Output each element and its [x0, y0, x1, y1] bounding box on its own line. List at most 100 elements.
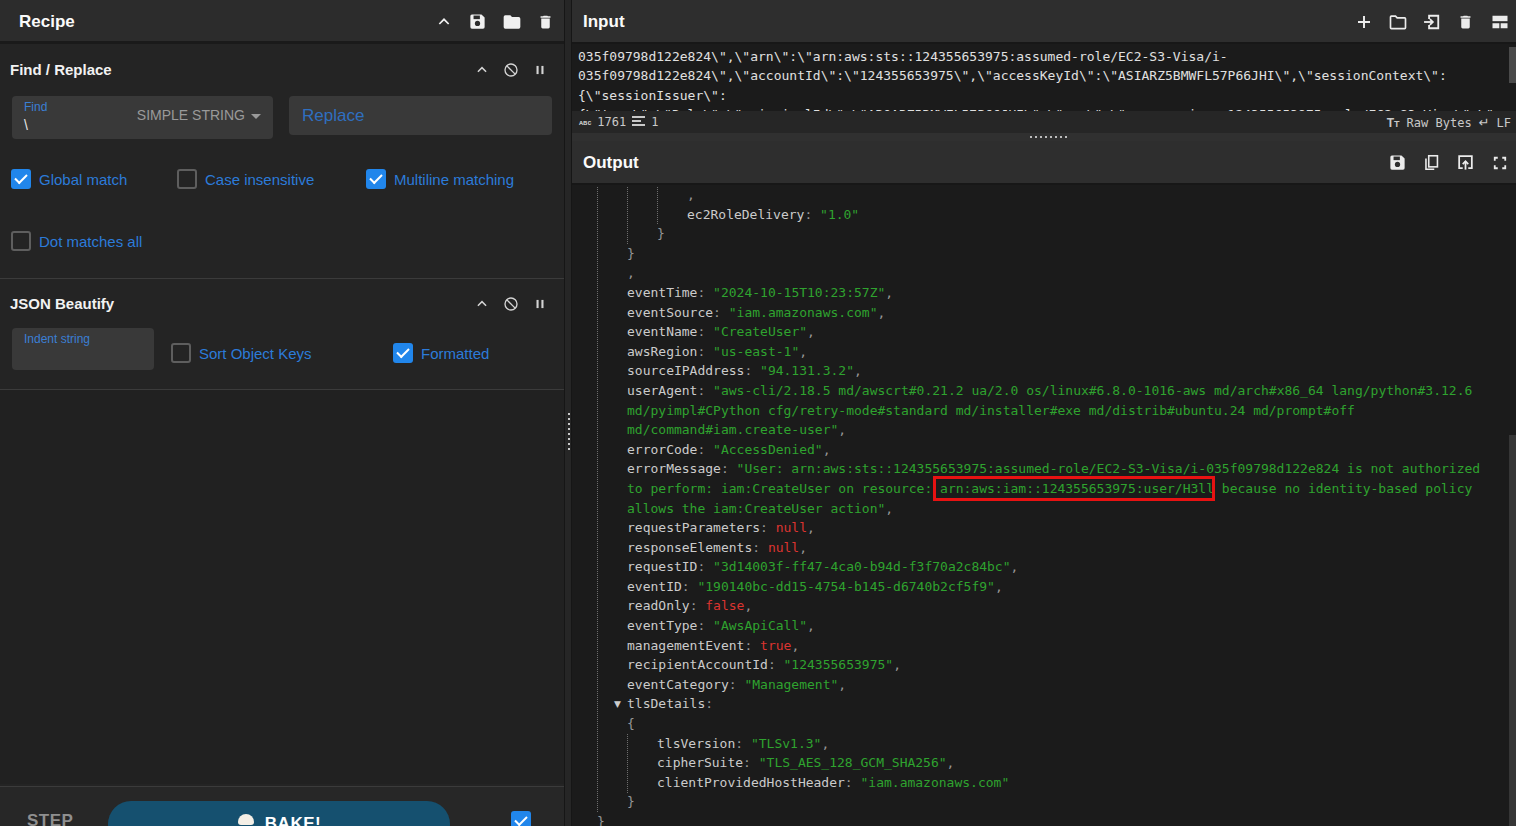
output-header: Output — [572, 141, 1516, 185]
panel-divider-vertical[interactable] — [564, 0, 572, 826]
operation-title: Find / Replace — [10, 61, 112, 78]
maximise-output-icon[interactable] — [1489, 152, 1510, 173]
op-collapse-icon[interactable] — [473, 295, 490, 312]
input-encoding[interactable]: Raw Bytes — [1407, 116, 1472, 130]
auto-bake-checkbox[interactable] — [511, 811, 531, 826]
output-line: eventID: "190140bc-dd15-4754-b145-d6740b… — [627, 577, 1480, 597]
input-textarea[interactable]: 035f09798d122e824\",\"arn\":\"arn:aws:st… — [572, 44, 1516, 111]
character-count-icon: ᴀʙᴄ — [579, 119, 591, 126]
output-line: eventTime: "2024-10-15T10:23:57Z", — [627, 283, 1480, 303]
checkbox-case-insensitive[interactable]: Case insensitive — [177, 169, 314, 189]
checkbox-multiline-matching[interactable]: Multiline matching — [366, 169, 514, 189]
dropdown-caret-icon — [251, 114, 261, 119]
checkbox-label: Case insensitive — [205, 171, 314, 188]
output-area[interactable]: ,ec2RoleDelivery: "1.0"}},eventTime: "20… — [572, 185, 1516, 826]
cyberchef-app: { "recipe": { "title": "Recipe", "header… — [0, 0, 1516, 826]
replace-placeholder: Replace — [302, 106, 364, 126]
recipe-panel: Recipe Find / Replace Find \ SIMPLE STRI… — [0, 0, 564, 826]
checkbox-global-match[interactable]: Global match — [11, 169, 127, 189]
checkbox-label: Global match — [39, 171, 127, 188]
divider-grip-icon — [568, 413, 570, 453]
replace-field[interactable]: Replace — [289, 96, 552, 135]
load-recipe-folder-icon[interactable] — [501, 11, 522, 32]
find-label: Find — [24, 100, 47, 114]
clear-input-trash-icon[interactable] — [1455, 11, 1476, 32]
output-line: } — [627, 244, 1480, 264]
text-encoding-icon[interactable]: TT — [1387, 116, 1400, 130]
output-scrollbar[interactable] — [1509, 435, 1516, 826]
op-pause-icon[interactable] — [531, 295, 548, 312]
input-length: 1761 — [597, 115, 626, 129]
checkbox-icon[interactable] — [11, 169, 31, 189]
output-line: } — [627, 792, 1480, 812]
indent-string-field[interactable]: Indent string — [12, 328, 154, 370]
output-line: readOnly: false, — [627, 596, 1480, 616]
operation-separator — [0, 278, 564, 279]
input-eol[interactable]: LF — [1497, 116, 1511, 130]
find-field[interactable]: Find \ SIMPLE STRING — [12, 96, 273, 139]
open-folder-icon[interactable] — [1387, 11, 1408, 32]
add-input-icon[interactable] — [1353, 11, 1374, 32]
open-input-icon[interactable] — [1421, 11, 1442, 32]
input-tabs-layout-icon[interactable] — [1489, 11, 1510, 32]
indent-string-label: Indent string — [24, 332, 90, 346]
output-line: requestID: "3d14003f-ff47-4ca0-b94d-f3f7… — [627, 557, 1480, 577]
op-disable-icon[interactable] — [502, 295, 519, 312]
checkbox-label: Formatted — [421, 345, 489, 362]
line-ending-icon[interactable]: ↵ — [1479, 115, 1490, 130]
output-line: md/command#iam.create-user", — [627, 420, 1480, 440]
bake-button[interactable]: BAKE! — [108, 801, 450, 826]
checkbox-icon[interactable] — [177, 169, 197, 189]
recipe-empty-area — [0, 390, 564, 784]
checkbox-formatted[interactable]: Formatted — [393, 343, 489, 363]
line-count-icon — [632, 116, 645, 128]
find-type-dropdown[interactable]: SIMPLE STRING — [137, 107, 261, 123]
save-recipe-icon[interactable] — [467, 11, 488, 32]
recipe-title: Recipe — [19, 12, 75, 32]
output-line: md/pyimpl#CPython cfg/retry-mode#standar… — [627, 401, 1480, 421]
checkbox-icon[interactable] — [11, 231, 31, 251]
checkbox-icon[interactable] — [366, 169, 386, 189]
checkbox-label: Sort Object Keys — [199, 345, 312, 362]
output-line: eventType: "AwsApiCall", — [627, 616, 1480, 636]
op-collapse-icon[interactable] — [473, 61, 490, 78]
input-scrollbar[interactable] — [1509, 47, 1516, 83]
output-line: ec2RoleDelivery: "1.0" — [687, 205, 1480, 225]
output-line: eventName: "CreateUser", — [627, 322, 1480, 342]
output-line: userAgent: "aws-cli/2.18.5 md/awscrt#0.2… — [627, 381, 1480, 401]
copy-output-icon[interactable] — [1421, 152, 1442, 173]
input-footer: ᴀʙᴄ 1761 1 TT Raw Bytes ↵ LF — [572, 111, 1516, 133]
output-line: errorCode: "AccessDenied", — [627, 440, 1480, 460]
op-disable-icon[interactable] — [502, 61, 519, 78]
output-line: managementEvent: true, — [627, 636, 1480, 656]
output-line: , — [687, 185, 1480, 205]
step-button[interactable]: STEP — [27, 811, 73, 826]
io-panels: Input 035f09798d122e824\",\"arn\":\"arn:… — [572, 0, 1516, 826]
output-line: tlsVersion: "TLSv1.3", — [657, 734, 1480, 754]
output-line: allows the iam:CreateUser action", — [627, 499, 1480, 519]
output-line: awsRegion: "us-east-1", — [627, 342, 1480, 362]
highlight-annotation-box — [933, 476, 1215, 501]
output-line: cipherSuite: "TLS_AES_128_GCM_SHA256", — [657, 753, 1480, 773]
output-title: Output — [583, 153, 639, 173]
input-title: Input — [583, 12, 625, 32]
divider-grip-icon — [1030, 136, 1067, 138]
collapse-recipe-icon[interactable] — [433, 11, 454, 32]
operation-title: JSON Beautify — [10, 295, 114, 312]
checkbox-dot-matches-all[interactable]: Dot matches all — [11, 231, 142, 251]
input-header: Input — [572, 0, 1516, 44]
move-output-to-input-icon[interactable] — [1455, 152, 1476, 173]
output-line: ▼tlsDetails: — [627, 694, 1480, 714]
checkbox-sort-object-keys[interactable]: Sort Object Keys — [171, 343, 312, 363]
op-pause-icon[interactable] — [531, 61, 548, 78]
output-line: } — [597, 812, 1480, 826]
clear-recipe-trash-icon[interactable] — [535, 11, 556, 32]
output-line: , — [627, 263, 1480, 283]
save-output-icon[interactable] — [1387, 152, 1408, 173]
output-line: eventCategory: "Management", — [627, 675, 1480, 695]
panel-divider-horizontal[interactable] — [572, 133, 1516, 141]
checkbox-icon[interactable] — [171, 343, 191, 363]
output-line: eventSource: "iam.amazonaws.com", — [627, 303, 1480, 323]
recipe-header: Recipe — [0, 0, 564, 44]
checkbox-icon[interactable] — [393, 343, 413, 363]
